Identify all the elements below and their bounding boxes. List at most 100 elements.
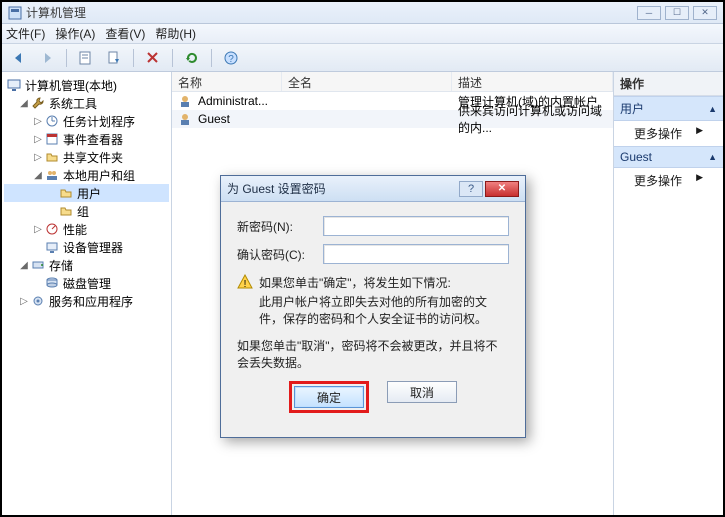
tree-services-apps[interactable]: ▷服务和应用程序 xyxy=(4,292,169,310)
cell-name: Administrat... xyxy=(198,94,268,108)
actions-more[interactable]: 更多操作 ▶ xyxy=(614,121,723,146)
tree-root[interactable]: 计算机管理(本地) xyxy=(4,76,169,94)
actions-group-label: 用户 xyxy=(620,100,644,117)
menu-help[interactable]: 帮助(H) xyxy=(155,25,196,42)
app-icon xyxy=(8,6,22,20)
toolbar-separator xyxy=(133,49,134,67)
tree-device-manager[interactable]: 设备管理器 xyxy=(4,238,169,256)
disk-icon xyxy=(44,275,60,291)
warning-text-1: 如果您单击"确定"，将发生如下情况: xyxy=(259,274,509,291)
tree-performance[interactable]: ▷ 性能 xyxy=(4,220,169,238)
tree-shared-folders[interactable]: ▷ 共享文件夹 xyxy=(4,148,169,166)
device-icon xyxy=(44,239,60,255)
warning-text-2: 此用户帐户将立即失去对他的所有加密的文件，保存的密码和个人安全证书的访问权。 xyxy=(259,293,509,327)
actions-group-guest[interactable]: Guest ▲ xyxy=(614,146,723,168)
svg-text:!: ! xyxy=(244,279,247,290)
storage-icon xyxy=(30,257,46,273)
tree-label: 性能 xyxy=(63,221,87,238)
properties-button[interactable] xyxy=(75,47,97,69)
users-icon xyxy=(44,167,60,183)
tree-event-viewer[interactable]: ▷ 事件查看器 xyxy=(4,130,169,148)
help-button[interactable]: ? xyxy=(220,47,242,69)
menu-action[interactable]: 操作(A) xyxy=(55,25,95,42)
gear-icon xyxy=(30,293,46,309)
expand-icon[interactable]: ▷ xyxy=(32,116,44,127)
expand-icon[interactable]: ▷ xyxy=(32,152,44,163)
dialog-title-bar[interactable]: 为 Guest 设置密码 ? ✕ xyxy=(221,176,525,202)
tree-label: 本地用户和组 xyxy=(63,167,135,184)
expand-icon[interactable]: ▷ xyxy=(32,134,44,145)
info-text: 如果您单击"取消"，密码将不会被更改，并且将不会丢失数据。 xyxy=(237,337,509,371)
menu-file[interactable]: 文件(F) xyxy=(6,25,45,42)
actions-more[interactable]: 更多操作 ▶ xyxy=(614,168,723,193)
close-button[interactable]: ✕ xyxy=(693,6,717,20)
set-password-dialog: 为 Guest 设置密码 ? ✕ 新密码(N): 确认密码(C): ! 如果您单… xyxy=(220,175,526,438)
minimize-button[interactable]: ─ xyxy=(637,6,661,20)
ok-button[interactable]: 确定 xyxy=(294,386,364,408)
chevron-right-icon: ▶ xyxy=(696,125,703,136)
tree-label: 事件查看器 xyxy=(63,131,123,148)
folder-share-icon xyxy=(44,149,60,165)
col-fullname[interactable]: 全名 xyxy=(282,72,452,91)
tree-disk-management[interactable]: 磁盘管理 xyxy=(4,274,169,292)
actions-group-label: Guest xyxy=(620,150,652,164)
tree-label: 系统工具 xyxy=(49,95,97,112)
menu-view[interactable]: 查看(V) xyxy=(105,25,145,42)
actions-more-label: 更多操作 xyxy=(634,127,682,141)
expand-icon[interactable]: ▷ xyxy=(32,224,44,235)
tree-storage[interactable]: ◢ 存储 xyxy=(4,256,169,274)
tree-system-tools[interactable]: ◢ 系统工具 xyxy=(4,94,169,112)
tree-label: 磁盘管理 xyxy=(63,275,111,292)
delete-button[interactable] xyxy=(142,47,164,69)
list-row[interactable]: Guest 供来宾访问计算机或访问域的内... xyxy=(172,110,613,128)
cancel-label: 取消 xyxy=(410,384,434,401)
dialog-title: 为 Guest 设置密码 xyxy=(227,180,326,197)
tree-groups[interactable]: 组 xyxy=(4,202,169,220)
menu-bar: 文件(F) 操作(A) 查看(V) 帮助(H) xyxy=(2,24,723,44)
back-button[interactable] xyxy=(8,47,30,69)
refresh-button[interactable] xyxy=(181,47,203,69)
svg-text:?: ? xyxy=(228,54,234,65)
perf-icon xyxy=(44,221,60,237)
collapse-icon[interactable]: ◢ xyxy=(18,98,30,109)
tree-label: 任务计划程序 xyxy=(63,113,135,130)
chevron-right-icon: ▶ xyxy=(696,172,703,183)
confirm-password-label: 确认密码(C): xyxy=(237,246,323,263)
tree-label: 设备管理器 xyxy=(63,239,123,256)
tree-task-scheduler[interactable]: ▷ 任务计划程序 xyxy=(4,112,169,130)
actions-more-label: 更多操作 xyxy=(634,174,682,188)
new-password-input[interactable] xyxy=(323,216,509,236)
col-name[interactable]: 名称 xyxy=(172,72,282,91)
maximize-button[interactable]: ☐ xyxy=(665,6,689,20)
export-list-button[interactable] xyxy=(103,47,125,69)
tree-label: 用户 xyxy=(77,185,101,202)
tree-local-users-groups[interactable]: ◢ 本地用户和组 xyxy=(4,166,169,184)
cancel-button[interactable]: 取消 xyxy=(387,381,457,403)
computer-icon xyxy=(6,77,22,93)
actions-title: 操作 xyxy=(614,72,723,96)
clock-icon xyxy=(44,113,60,129)
new-password-label: 新密码(N): xyxy=(237,218,323,235)
dialog-help-button[interactable]: ? xyxy=(459,181,483,197)
actions-group-users[interactable]: 用户 ▲ xyxy=(614,96,723,121)
tree-users[interactable]: 用户 xyxy=(4,184,169,202)
ok-label: 确定 xyxy=(317,389,341,406)
actions-pane: 操作 用户 ▲ 更多操作 ▶ Guest ▲ 更多操作 ▶ xyxy=(613,72,723,515)
toolbar-separator xyxy=(172,49,173,67)
title-bar: 计算机管理 ─ ☐ ✕ xyxy=(2,2,723,24)
dialog-close-button[interactable]: ✕ xyxy=(485,181,519,197)
collapse-icon[interactable]: ◢ xyxy=(32,170,44,181)
confirm-password-input[interactable] xyxy=(323,244,509,264)
folder-icon xyxy=(58,203,74,219)
expand-icon[interactable]: ▷ xyxy=(18,296,30,307)
toolbar-separator xyxy=(211,49,212,67)
tree-label: 共享文件夹 xyxy=(63,149,123,166)
collapse-icon[interactable]: ◢ xyxy=(18,260,30,271)
event-icon xyxy=(44,131,60,147)
window-title: 计算机管理 xyxy=(26,4,86,21)
wrench-icon xyxy=(30,95,46,111)
forward-button[interactable] xyxy=(36,47,58,69)
toolbar: ? xyxy=(2,44,723,72)
col-desc[interactable]: 描述 xyxy=(452,72,613,91)
tree-label: 存储 xyxy=(49,257,73,274)
